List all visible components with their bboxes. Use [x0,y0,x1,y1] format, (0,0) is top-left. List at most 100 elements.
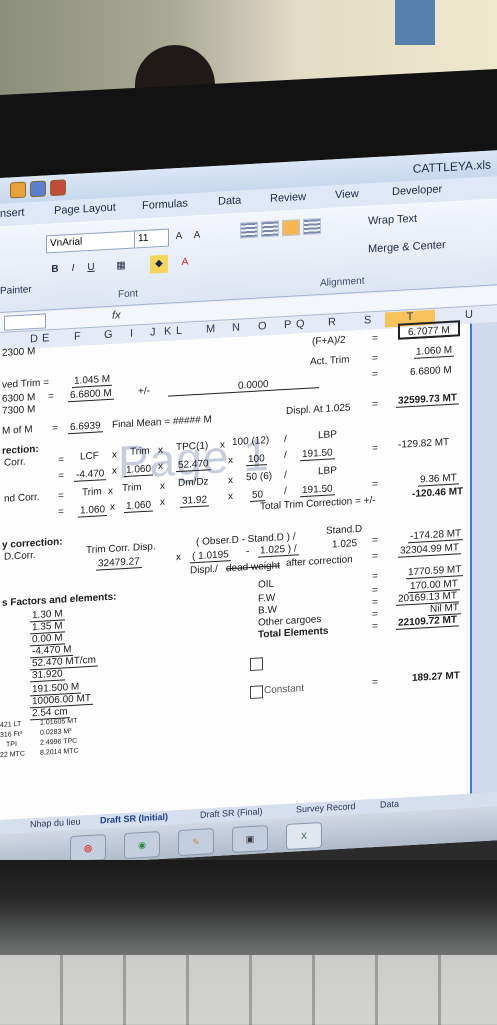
cell[interactable]: 6.7077 M [406,324,452,340]
cell[interactable]: x [160,497,165,508]
cell[interactable]: dead weight [226,560,280,574]
cell[interactable]: 1.025 ) / [258,543,299,558]
grow-font-icon[interactable]: A [170,227,188,246]
column-header[interactable]: U [465,309,473,321]
column-header[interactable]: K [164,325,171,337]
column-header[interactable]: P [284,319,291,331]
bold-button[interactable]: B [46,260,64,279]
cell[interactable]: 1.060 M [414,344,455,359]
cell[interactable]: 0.0000 [168,376,319,397]
cell[interactable]: ( 1.0195 [190,549,231,564]
cell[interactable]: Displ. At 1.025 [286,402,350,417]
cell[interactable]: x [228,455,233,466]
column-header[interactable]: I [130,328,133,340]
cell[interactable]: TPI [6,741,17,749]
cell[interactable]: = [372,443,378,454]
cell[interactable]: = [58,490,64,501]
cell[interactable]: +/- [138,386,150,398]
name-box[interactable] [4,313,46,331]
cell[interactable]: = [372,399,378,410]
cell[interactable]: / [284,450,287,461]
cell[interactable]: 316 Ft³ [0,731,22,739]
cell[interactable]: 100 (12) [232,435,269,448]
cell[interactable]: ved Trim = [2,377,49,391]
cell[interactable]: F.W [258,593,275,605]
cell[interactable]: = [372,571,378,582]
cell[interactable]: 6.6800 M [68,387,114,403]
cell[interactable]: 22109.72 MT [396,614,459,630]
cell[interactable]: x [158,461,163,472]
sheet-tab[interactable]: Nhap du lieu [30,816,81,829]
cell[interactable]: Displ./ [190,564,218,577]
cell[interactable]: = [58,454,64,465]
cell[interactable]: 6.6939 [68,420,103,435]
cell[interactable]: after correction [286,554,353,569]
undo-icon[interactable] [50,179,66,197]
format-painter-button[interactable]: Painter [0,284,32,297]
cell[interactable]: -174.28 MT [408,528,464,544]
cell[interactable]: x [228,475,233,486]
column-header[interactable]: D [30,333,38,345]
alignment-buttons[interactable] [240,218,321,239]
constant-checkbox[interactable] [250,685,263,700]
cell[interactable]: 1.01605 MT [40,718,77,727]
tab-formulas[interactable]: Formulas [142,197,188,212]
cell[interactable]: 50 (6) [246,471,272,483]
column-header[interactable]: N [232,322,240,334]
checkbox[interactable] [250,657,263,672]
shrink-font-icon[interactable]: A [188,226,206,245]
tab-data[interactable]: Data [218,195,241,208]
cell[interactable]: = [52,423,58,434]
cell[interactable]: 1.045 M [72,373,113,388]
font-color-icon[interactable]: A [176,253,194,272]
cell[interactable]: 50 [250,489,266,503]
tab-review[interactable]: Review [270,191,306,205]
cell[interactable]: = [372,369,378,380]
cell[interactable]: 1770.59 MT [406,564,464,580]
cell[interactable]: 32599.73 MT [396,392,459,408]
cell[interactable]: Corr. [4,457,26,469]
cell[interactable]: B.W [258,605,277,617]
cell[interactable]: (F+A)/2 [312,335,346,348]
cell[interactable]: / [284,434,287,445]
cell[interactable]: LCF [80,450,99,462]
cell[interactable]: 9.36 MT [418,472,459,487]
cell[interactable]: 7300 M [2,404,35,417]
cell[interactable]: x [112,449,117,460]
cell[interactable]: y correction: [2,537,63,551]
column-header[interactable]: O [258,320,267,332]
cell[interactable]: Final Mean = ##### M [112,414,212,431]
underline-button[interactable]: U [82,258,100,277]
cell[interactable]: Total Trim Correction = +/- [260,495,376,512]
cell[interactable]: 6.6800 M [410,365,452,378]
cell[interactable]: = [58,506,64,517]
font-size-select[interactable]: 11 [134,228,169,249]
cell[interactable]: rection: [2,444,39,457]
tab-page-layout[interactable]: Page Layout [54,202,116,217]
sheet-tab[interactable]: Data [380,799,399,810]
cell[interactable]: nd Corr. [4,492,40,505]
align-top-icon[interactable] [240,221,258,239]
cell[interactable]: Trim [82,486,102,498]
cell[interactable]: OIL [258,579,274,591]
cell[interactable]: x [228,491,233,502]
cell[interactable]: -120.46 MT [412,486,463,500]
column-header[interactable]: E [42,332,49,344]
cell[interactable]: 100 [246,453,267,467]
function-icon[interactable]: fx [112,309,121,321]
cell[interactable]: 32304.99 MT [398,542,461,558]
cell[interactable]: Trim [122,482,142,494]
cell[interactable]: 22 MTC [0,751,25,759]
align-middle-icon[interactable] [261,220,279,238]
cell[interactable]: 2.4996 TPC [40,738,77,747]
vertical-scrollbar[interactable] [470,322,497,794]
cell[interactable]: = [372,333,378,344]
column-header[interactable]: M [206,323,215,336]
cell[interactable]: TPC(1) [176,440,208,453]
cell[interactable]: 1.060 [78,504,108,518]
column-header[interactable]: J [150,326,156,338]
cell[interactable]: = [372,551,378,562]
save-icon[interactable] [30,180,46,198]
cell[interactable]: Trim Corr. Disp. [86,541,156,556]
sheet-tab[interactable]: Survey Record [296,801,356,814]
